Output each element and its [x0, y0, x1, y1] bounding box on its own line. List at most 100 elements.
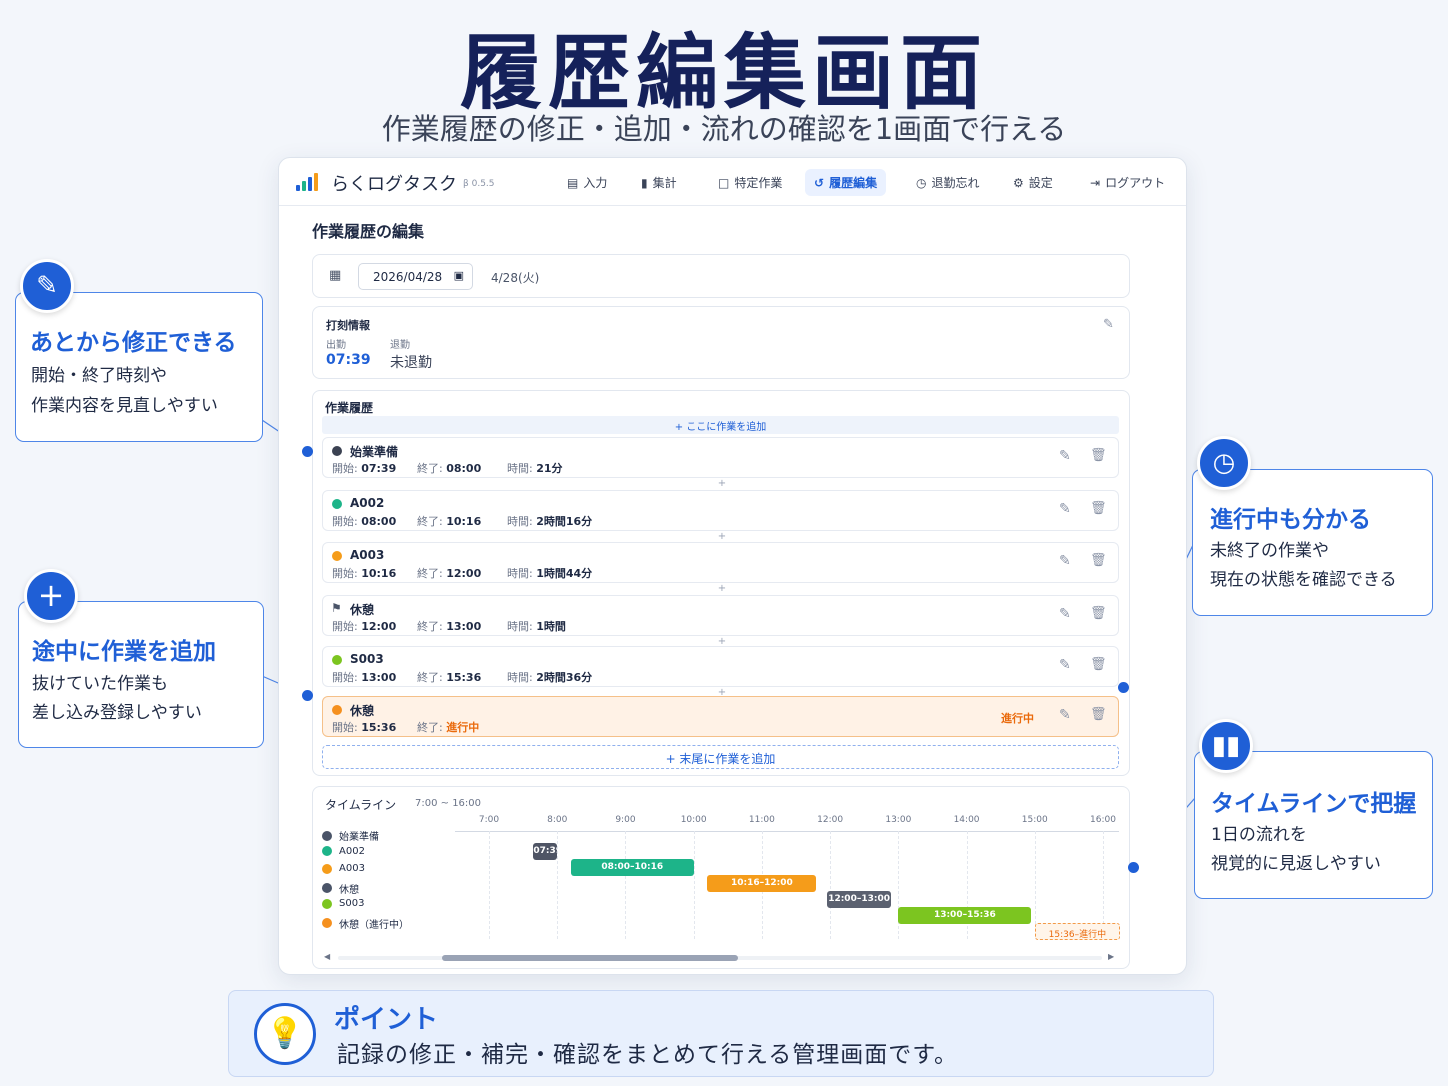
color-dot [332, 705, 342, 715]
scroll-left-icon[interactable]: ◀ [324, 952, 330, 961]
nav-settings[interactable]: ⚙ 設定 [1004, 169, 1062, 196]
point-text: 記録の修正・補完・確認をまとめて行える管理画面です。 [337, 1042, 959, 1068]
row-end: 終了: 12:00 [417, 567, 482, 580]
calendar-picker-icon[interactable]: ▣ [454, 269, 464, 282]
delete-row-icon[interactable]: 🗑 [1090, 553, 1107, 568]
timeline-scrollbar[interactable]: ◀ ▶ [322, 952, 1119, 962]
clipboard-icon: ▤ [567, 175, 579, 190]
gear-icon: ⚙ [1013, 175, 1024, 190]
point-box: 💡 ポイント 記録の修正・補完・確認をまとめて行える管理画面です。 [228, 990, 1214, 1077]
scroll-right-icon[interactable]: ▶ [1108, 952, 1114, 961]
color-dot [332, 499, 342, 509]
timeline-bar[interactable]: 13:00–15:36 [898, 907, 1032, 924]
timeline-tick-label: 15:00 [1021, 815, 1048, 825]
stamp-title: 打刻情報 [326, 319, 370, 332]
nav-history-edit[interactable]: ↺ 履歴編集 [805, 169, 887, 196]
callout-progress-line2: 現在の状態を確認できる [1210, 570, 1397, 590]
callout-progress-line1: 未終了の作業や [1210, 541, 1329, 561]
row-start: 開始: 07:39 [332, 462, 397, 475]
row-task-name: A003 [350, 548, 385, 562]
app-logo-icon [296, 173, 318, 191]
clock-icon: ◷ [1197, 436, 1251, 490]
history-card: 作業履歴 + ここに作業を追加 始業準備 開始: 07:39 終了: 08:00 時間… [312, 390, 1130, 776]
app-version: β 0.5.5 [463, 179, 495, 189]
pencil-icon: ✎ [20, 259, 74, 313]
insert-between-button[interactable]: + [313, 583, 1131, 594]
clock-icon: ◷ [916, 175, 927, 190]
legend-dot [322, 883, 332, 893]
nav-summary[interactable]: ▮ 集計 [632, 169, 686, 196]
callout-edit: あとから修正できる 開始・終了時刻や 作業内容を見直しやすい [15, 292, 263, 442]
app-name: らくログタスク [331, 174, 457, 195]
delete-row-icon[interactable]: 🗑 [1090, 657, 1107, 672]
timeline-tick-label: 10:00 [680, 815, 707, 825]
app-window: らくログタスク β 0.5.5 ▤ 入力 ▮ 集計 □ 特定作業 ↺ 履歴編集 … [278, 157, 1187, 975]
edit-row-icon[interactable]: ✎ [1059, 448, 1071, 464]
callout-timeline-title: タイムラインで把握 [1211, 791, 1417, 817]
callout-progress: 進行中も分かる 未終了の作業や 現在の状態を確認できる [1192, 469, 1433, 616]
row-task-name: 休憩 [350, 704, 375, 718]
history-row[interactable]: ⚑ 休憩 開始: 12:00 終了: 13:00 時間: 1時間 ✎ 🗑 [322, 595, 1119, 636]
history-row[interactable]: A002 開始: 08:00 終了: 10:16 時間: 2時間16分 ✎ 🗑 [322, 490, 1119, 531]
legend-item: S003 [322, 898, 364, 909]
legend-dot [322, 898, 332, 909]
history-title: 作業履歴 [325, 401, 374, 415]
callout-edit-line1: 開始・終了時刻や [31, 366, 167, 386]
row-end: 終了: 08:00 [417, 462, 482, 475]
edit-row-icon[interactable]: ✎ [1059, 707, 1071, 723]
nav-logout[interactable]: ⇥ ログアウト [1081, 169, 1174, 196]
delete-row-icon[interactable]: 🗑 [1090, 448, 1107, 463]
row-duration: 時間: 1時間44分 [507, 567, 593, 580]
add-end-button[interactable]: + 末尾に作業を追加 [322, 745, 1119, 769]
bar-chart-icon: ▮▮ [1199, 719, 1253, 773]
history-row[interactable]: S003 開始: 13:00 終了: 15:36 時間: 2時間36分 ✎ 🗑 [322, 646, 1119, 687]
legend-item: A002 [322, 846, 365, 857]
delete-row-icon[interactable]: 🗑 [1090, 606, 1107, 621]
nav-specific-work[interactable]: □ 特定作業 [709, 169, 791, 196]
timeline-gridline [830, 831, 832, 939]
history-row[interactable]: A003 開始: 10:16 終了: 12:00 時間: 1時間44分 ✎ 🗑 [322, 542, 1119, 583]
edit-row-icon[interactable]: ✎ [1059, 501, 1071, 517]
timeline-bar[interactable]: 07:39–08:00 [533, 843, 558, 860]
history-row[interactable]: 休憩 開始: 15:36 終了: 進行中 進行中 ✎ 🗑 [322, 696, 1119, 737]
page-title: 作業履歴の編集 [312, 222, 425, 241]
history-row[interactable]: 始業準備 開始: 07:39 終了: 08:00 時間: 21分 ✎ 🗑 [322, 437, 1119, 478]
date-input[interactable]: 2026/04/28 ▣ [358, 263, 473, 290]
insert-between-button[interactable]: + [313, 478, 1131, 489]
timeline-bar[interactable]: 12:00–13:00 [826, 891, 892, 908]
row-start: 開始: 13:00 [332, 671, 397, 684]
timeline-bar[interactable]: 15:36–進行中 [1034, 923, 1121, 940]
edit-stamp-icon[interactable]: ✎ [1103, 317, 1114, 332]
nav-forgot-clockout[interactable]: ◷ 退勤忘れ [907, 169, 989, 196]
flag-icon: ⚑ [331, 601, 342, 615]
timeline-range: 7:00 ~ 16:00 [415, 798, 482, 809]
row-task-name: 休憩 [350, 603, 375, 617]
date-day-label: 4/28(火) [491, 271, 540, 285]
callout-add-line2: 差し込み登録しやすい [32, 703, 202, 723]
timeline-bar[interactable]: 10:16–12:00 [707, 875, 817, 892]
history-icon: ↺ [814, 175, 825, 190]
insert-between-button[interactable]: + [313, 531, 1131, 542]
callout-timeline-line1: 1日の流れを [1211, 825, 1307, 845]
edit-row-icon[interactable]: ✎ [1059, 657, 1071, 673]
timeline-bar[interactable]: 08:00–10:16 [570, 859, 694, 876]
scroll-thumb[interactable] [442, 955, 738, 961]
delete-row-icon[interactable]: 🗑 [1090, 501, 1107, 516]
callout-progress-anchor [1118, 682, 1129, 693]
nav-input[interactable]: ▤ 入力 [558, 169, 616, 196]
color-dot [332, 446, 342, 456]
book-icon: □ [718, 175, 730, 190]
legend-item: 始業準備 [322, 828, 379, 843]
callout-progress-title: 進行中も分かる [1210, 507, 1371, 533]
callout-add-title: 途中に作業を追加 [32, 639, 216, 665]
legend-item: 休憩（進行中） [322, 916, 409, 931]
calendar-icon: ▦ [329, 268, 342, 283]
timeline-tick-label: 16:00 [1090, 815, 1116, 825]
add-here-button[interactable]: + ここに作業を追加 [322, 416, 1119, 434]
edit-row-icon[interactable]: ✎ [1059, 553, 1071, 569]
delete-row-icon[interactable]: 🗑 [1090, 707, 1107, 722]
edit-row-icon[interactable]: ✎ [1059, 606, 1071, 622]
date-card: ▦ 2026/04/28 ▣ 4/28(火) [312, 254, 1130, 298]
callout-edit-line2: 作業内容を見直しやすい [31, 396, 218, 416]
row-duration: 時間: 2時間16分 [507, 515, 593, 528]
